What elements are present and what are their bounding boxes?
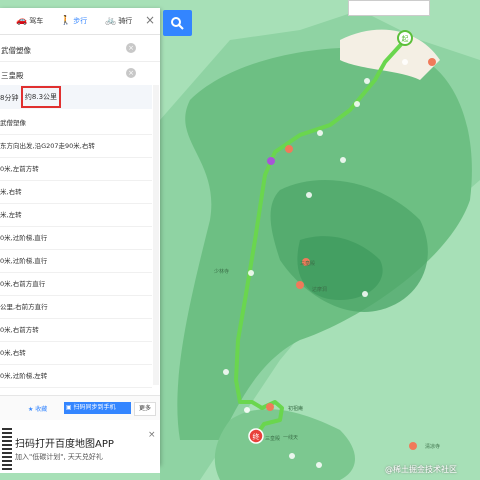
promo-subtitle: 加入"低碳计划", 天天兑好礼 (15, 453, 103, 461)
travel-mode-bar: 🚗 驾车 🚶 步行 🚲 骑行 × (0, 8, 160, 35)
map-label-3: 一线天 (283, 434, 298, 441)
step-item[interactable]: 米,左转 (0, 204, 152, 227)
end-field[interactable]: 三皇殿 × (0, 62, 160, 86)
send-to-phone-button[interactable]: ▣ 扫码同步到手机 (64, 402, 131, 414)
start-field[interactable]: 武僧塑像 × (0, 37, 160, 61)
mode-bike[interactable]: 🚲 骑行 (105, 16, 132, 26)
car-icon: 🚗 (16, 16, 28, 26)
more-button[interactable]: 更多 (134, 402, 156, 416)
end-marker-label: 终 (253, 432, 260, 441)
route-summary[interactable]: 8分钟 约8.3公里 (0, 85, 152, 109)
send-to-phone-label: 扫码同步到手机 (73, 404, 116, 411)
search-button[interactable] (163, 10, 192, 36)
mode-walk-label: 步行 (73, 17, 88, 25)
close-icon[interactable]: × (145, 13, 155, 27)
step-item[interactable]: 0米,右前方转 (0, 319, 152, 342)
end-marker[interactable]: 终 (248, 428, 264, 444)
mode-walk[interactable]: 🚶 步行 (60, 16, 87, 26)
walk-icon: 🚶 (60, 16, 72, 26)
step-item[interactable]: 0米,右前方直行 (0, 273, 152, 296)
search-icon (171, 17, 184, 30)
step-item[interactable]: 0米,过阶梯,直行 (0, 227, 152, 250)
map-label-7: 少林寺 (214, 268, 229, 275)
step-item[interactable]: 公里,右前方直行 (0, 296, 152, 319)
clear-start-icon[interactable]: × (126, 43, 136, 53)
step-item[interactable]: 0米,过阶梯,左转 (0, 365, 152, 388)
mode-drive-label: 驾车 (29, 17, 44, 25)
app-promo: 扫码打开百度地图APP 加入"低碳计划", 天天兑好礼 × (0, 421, 160, 473)
map-callout (348, 0, 430, 16)
promo-title: 扫码打开百度地图APP (15, 439, 114, 450)
start-marker[interactable]: 起 (397, 30, 413, 46)
promo-close-icon[interactable]: × (148, 430, 156, 440)
steps-scrollbar[interactable] (153, 85, 159, 385)
route-panel: 🚗 驾车 🚶 步行 🚲 骑行 × 武僧塑像 × 三皇殿 × 8分钟 约8.3公里… (0, 8, 160, 473)
route-time: 8分钟 (0, 94, 19, 102)
end-input[interactable]: 三皇殿 (1, 70, 24, 81)
step-item[interactable]: 0米,左前方转 (0, 158, 152, 181)
step-item[interactable]: 米,右转 (0, 181, 152, 204)
route-distance: 约8.3公里 (21, 86, 61, 108)
collect-button[interactable]: ★ 收藏 (28, 404, 47, 413)
step-item[interactable]: 0米,右转 (0, 342, 152, 365)
mode-bike-label: 骑行 (118, 17, 133, 25)
watermark-credit: @稀土掘金技术社区 (385, 465, 457, 474)
route-start-label: 武僧塑像 (0, 112, 152, 135)
route-actions: ★ 收藏 ▣ 扫码同步到手机 更多 (0, 395, 160, 420)
map-label-2: 三皇殿 (265, 435, 280, 442)
map-label-5: 初祖庵 (288, 405, 303, 412)
map-label-1: 三皇殿 (300, 260, 315, 267)
start-marker-label: 起 (402, 35, 409, 43)
map-label-4: 达摩洞 (312, 286, 327, 293)
start-input[interactable]: 武僧塑像 (1, 45, 31, 56)
step-item[interactable]: 0米,过阶梯,直行 (0, 250, 152, 273)
mode-drive[interactable]: 🚗 驾车 (16, 16, 43, 26)
collect-label: 收藏 (35, 406, 48, 413)
qr-code (2, 426, 12, 470)
clear-end-icon[interactable]: × (126, 68, 136, 78)
step-item[interactable]: 东方向出发,沿G207走90米,右转 (0, 135, 152, 158)
map-label-6: 清凉寺 (425, 443, 440, 450)
route-steps: 武僧塑像 东方向出发,沿G207走90米,右转 0米,左前方转 米,右转 米,左… (0, 112, 152, 411)
bike-icon: 🚲 (105, 16, 117, 26)
